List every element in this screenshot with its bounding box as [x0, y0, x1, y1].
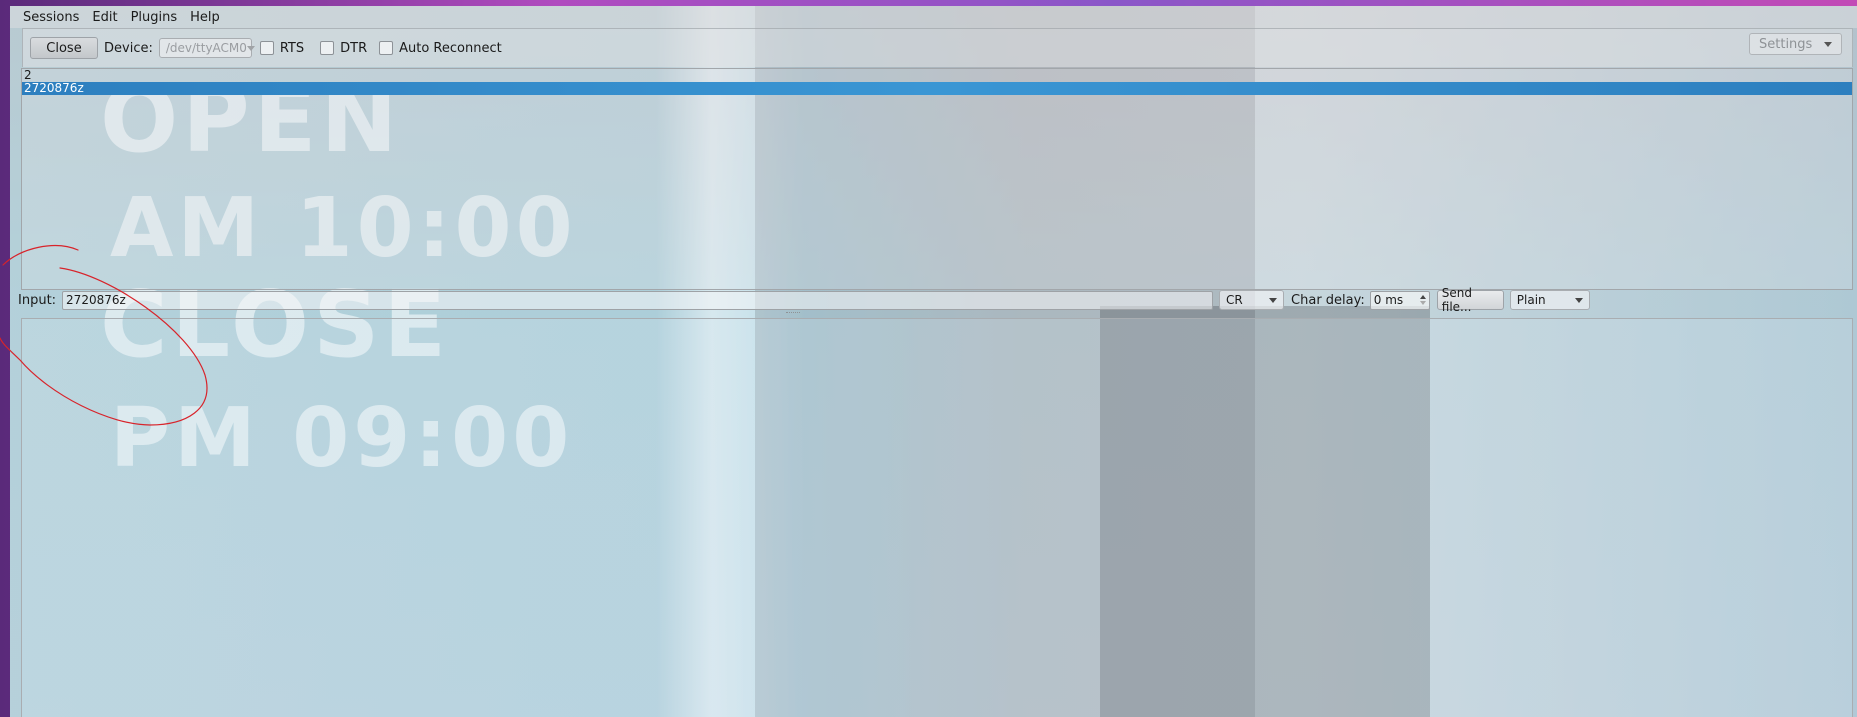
mode-value: Plain [1516, 293, 1546, 307]
arrow-up-icon[interactable] [1419, 295, 1426, 299]
char-delay-spinbox[interactable]: 0 ms [1369, 290, 1430, 310]
output-terminal[interactable]: 2 2720876z [21, 68, 1853, 290]
app-window: OPEN AM 10:00 CLOSE PM 09:00 Sessions Ed… [10, 6, 1857, 717]
menu-plugins[interactable]: Plugins [127, 10, 187, 25]
device-value: /dev/ttyACM0 [165, 41, 247, 55]
auto-reconnect-label: Auto Reconnect [399, 40, 502, 56]
char-delay-value: 0 ms [1373, 293, 1404, 307]
chevron-down-icon [246, 45, 255, 51]
lower-panel [21, 318, 1853, 717]
menu-sessions[interactable]: Sessions [19, 10, 88, 25]
chevron-down-icon [1574, 297, 1583, 303]
menu-edit[interactable]: Edit [88, 10, 126, 25]
settings-button[interactable]: Settings [1749, 33, 1842, 55]
dtr-checkbox-box[interactable] [320, 41, 335, 55]
mode-select[interactable]: Plain [1509, 290, 1590, 310]
spin-arrows-icon[interactable] [1419, 295, 1426, 305]
settings-label: Settings [1759, 36, 1813, 52]
line-ending-value: CR [1226, 293, 1243, 307]
chevron-down-icon [1269, 297, 1278, 303]
output-line-selected: 2720876z [22, 82, 1852, 95]
rts-checkbox-box[interactable] [259, 41, 274, 55]
auto-reconnect-checkbox-box[interactable] [379, 41, 394, 55]
close-button[interactable]: Close [30, 37, 98, 59]
splitter-handle[interactable] [786, 312, 800, 315]
char-delay-label: Char delay: [1291, 292, 1365, 308]
send-file-button[interactable]: Send file... [1436, 286, 1504, 314]
input-row: Input: CR Char delay: 0 ms Send file... … [18, 286, 1853, 314]
connection-toolbar: Close Device: /dev/ttyACM0 RTS DTR Auto … [22, 28, 1853, 67]
dtr-checkbox[interactable]: DTR [320, 41, 367, 56]
menu-help[interactable]: Help [186, 10, 229, 25]
rts-checkbox[interactable]: RTS [259, 40, 305, 56]
arrow-down-icon[interactable] [1419, 301, 1426, 305]
rts-label: RTS [279, 40, 305, 56]
chevron-down-icon [1824, 41, 1832, 47]
auto-reconnect-checkbox[interactable]: Auto Reconnect [379, 41, 502, 56]
device-select[interactable]: /dev/ttyACM0 [158, 38, 255, 58]
device-label: Device: [104, 40, 153, 56]
output-line: 2 [24, 68, 32, 82]
dtr-label: DTR [340, 40, 368, 56]
menu-bar: Sessions Edit Plugins Help [10, 6, 1857, 28]
line-ending-select[interactable]: CR [1219, 290, 1285, 310]
command-input[interactable] [62, 290, 1214, 310]
input-label: Input: [18, 292, 57, 308]
